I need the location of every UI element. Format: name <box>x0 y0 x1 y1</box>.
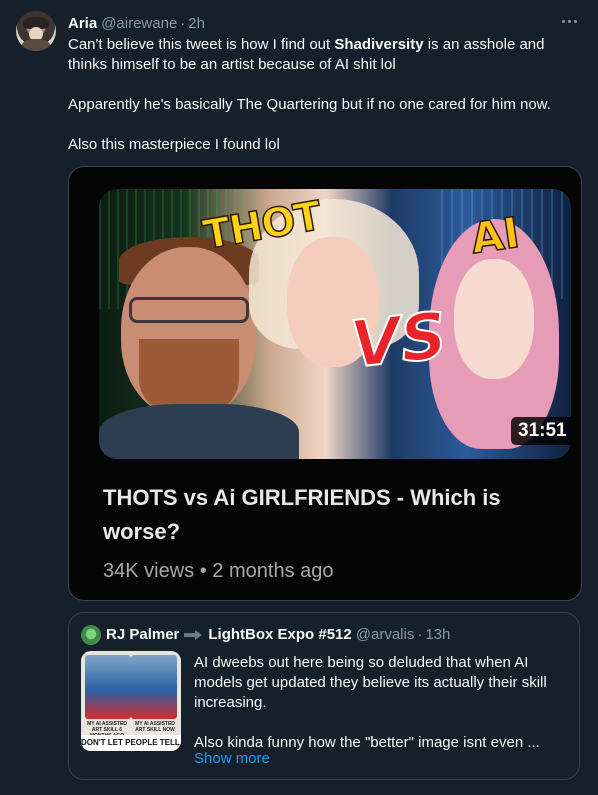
video-duration: 31:51 <box>511 417 571 445</box>
thumb-caption-after: MY AI ASSISTED ART SKILL NOW <box>135 721 175 733</box>
author-avatar[interactable] <box>16 11 56 51</box>
header-separator: · <box>180 14 186 32</box>
video-uploaded: 2 months ago <box>212 560 334 582</box>
quoted-header-separator: · <box>417 626 423 643</box>
tweet-paragraph-2: Apparently he's basically The Quartering… <box>68 96 551 113</box>
quoted-tweet-image[interactable]: MY AI ASSISTED ART SKILL 6 MONTHS AGO MY… <box>81 651 181 751</box>
video-meta: 34K views • 2 months ago <box>103 560 334 582</box>
mention-shadiversity: Shadiversity <box>334 36 424 53</box>
tweet-body: Can't believe this tweet is how I find o… <box>68 35 578 155</box>
quoted-tweet-time: 13h <box>425 626 451 643</box>
thumb-caption-bottom: DON'T LET PEOPLE TELL YOU <box>81 735 181 751</box>
thumbnail-text-vs: VS <box>346 298 451 384</box>
tweet-paragraph-3: Also this masterpiece I found lol <box>68 136 280 153</box>
thumb-panel-before <box>85 655 131 719</box>
quoted-author-avatar <box>81 625 101 645</box>
tweet-paragraph-1: Can't believe this tweet is how I find o… <box>68 36 545 73</box>
avatar-body <box>22 39 50 51</box>
tweet-media-image[interactable]: THOT AI VS 31:51 THOTS vs Ai GIRLFRIENDS… <box>68 166 582 601</box>
quoted-tweet[interactable]: RJ Palmer LightBox Expo #512 @arvalis · … <box>68 612 580 780</box>
tweet-time[interactable]: 2h <box>188 15 205 32</box>
quoted-author-handle: @arvalis <box>355 626 415 643</box>
video-title: THOTS vs Ai GIRLFRIENDS - Which is worse… <box>103 485 501 544</box>
quoted-paragraph-1: AI dweebs out here being so deluded that… <box>194 654 547 711</box>
tweet-header: Aria @airewane · 2h <box>68 13 205 33</box>
quoted-tweet-header: RJ Palmer LightBox Expo #512 @arvalis · … <box>106 626 450 643</box>
thumb-panel-after <box>131 655 177 719</box>
quoted-author-name: RJ Palmer <box>106 626 180 643</box>
show-more-link[interactable]: Show more <box>194 750 270 767</box>
arrow-right-icon <box>184 629 203 641</box>
more-options-icon[interactable] <box>558 10 580 32</box>
video-views: 34K views <box>103 560 195 582</box>
author-handle[interactable]: @airewane <box>101 15 177 32</box>
author-name[interactable]: Aria <box>68 15 97 32</box>
quoted-tweet-text: AI dweebs out here being so deluded that… <box>194 653 566 753</box>
quoted-author-event: LightBox Expo #512 <box>208 626 352 643</box>
thumbnail-text-ai: AI <box>467 207 523 264</box>
video-thumbnail: THOT AI VS 31:51 <box>99 189 571 459</box>
